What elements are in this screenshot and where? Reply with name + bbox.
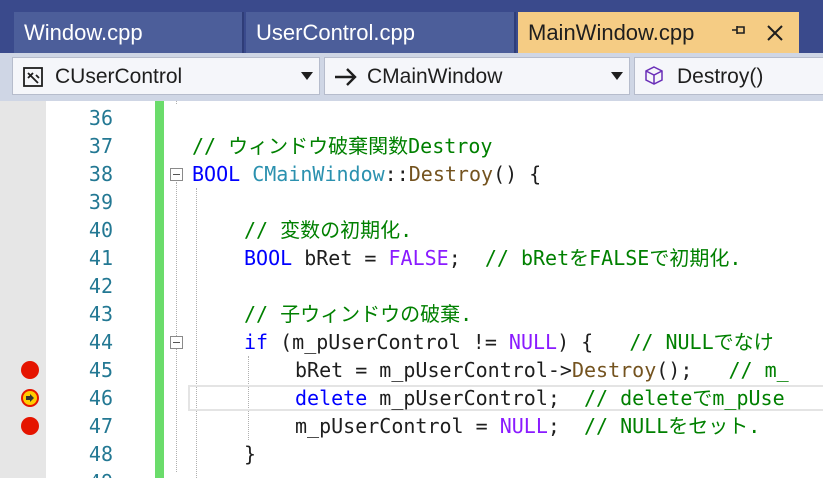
line-number: 42	[88, 274, 113, 298]
line-number: 46	[88, 386, 113, 410]
tab-label: UserControl.cpp	[256, 20, 415, 45]
code-line-37[interactable]: // ウィンドウ破棄関数Destroy	[192, 132, 492, 160]
scope-combo[interactable]: CMainWindow	[324, 57, 630, 95]
line-number: 49	[55, 468, 113, 478]
code-line-44[interactable]: if (m_pUserControl != NULL) { // NULLでなけ	[244, 328, 774, 356]
code-line-41[interactable]: BOOL bRet = FALSE; // bRetをFALSEで初期化.	[244, 244, 741, 272]
breakpoint-icon[interactable]	[21, 361, 39, 379]
line-number: 45	[88, 358, 113, 382]
close-icon[interactable]	[764, 16, 786, 51]
breakpoint-icon[interactable]	[21, 417, 39, 435]
indent-guide	[196, 188, 197, 478]
code-line-46[interactable]: delete m_pUserControl; // deleteでm_pUse	[295, 384, 785, 412]
member-combo-value: Destroy()	[677, 65, 764, 88]
outline-guide	[176, 101, 177, 104]
outline-guide	[176, 182, 177, 472]
line-number: 41	[88, 246, 113, 270]
current-statement-breakpoint-icon[interactable]	[21, 389, 39, 407]
line-number: 37	[88, 134, 113, 158]
tab-window-cpp[interactable]: Window.cpp	[14, 12, 244, 53]
line-number: 38	[88, 162, 113, 186]
line-number: 36	[88, 106, 113, 130]
code-line-48[interactable]: }	[244, 440, 256, 468]
tab-mainwindow-cpp[interactable]: MainWindow.cpp	[518, 12, 799, 53]
line-number: 40	[88, 218, 113, 242]
method-cube-icon	[643, 65, 667, 89]
line-number: 43	[88, 302, 113, 326]
pin-icon[interactable]	[730, 21, 748, 44]
document-tab-strip: Window.cpp UserControl.cpp MainWindow.cp…	[0, 0, 823, 53]
tab-label: Window.cpp	[24, 20, 143, 45]
line-number: 47	[88, 414, 113, 438]
arrow-right-icon	[333, 65, 357, 89]
class-icon	[21, 65, 45, 89]
chevron-down-icon	[611, 72, 623, 80]
line-number: 39	[88, 190, 113, 214]
scope-combo-value: CMainWindow	[367, 65, 503, 88]
code-line-43[interactable]: // 子ウィンドウの破棄.	[244, 300, 472, 328]
navigation-bar: CUserControl CMainWindow Destroy()	[0, 53, 823, 101]
project-combo-value: CUserControl	[55, 65, 183, 88]
chevron-down-icon	[301, 72, 313, 80]
tab-usercontrol-cpp[interactable]: UserControl.cpp	[246, 12, 516, 53]
code-line-38[interactable]: BOOL CMainWindow::Destroy() {	[192, 160, 541, 188]
tab-label: MainWindow.cpp	[528, 20, 695, 45]
line-number: 48	[88, 442, 113, 466]
code-line-45[interactable]: bRet = m_pUserControl->Destroy(); // m_	[295, 356, 789, 384]
collapse-icon[interactable]	[170, 336, 183, 349]
project-combo[interactable]: CUserControl	[12, 57, 320, 95]
collapse-icon[interactable]	[170, 168, 183, 181]
line-number: 44	[88, 330, 113, 354]
member-combo[interactable]: Destroy()	[634, 57, 823, 95]
code-editor[interactable]: 36 37 38 39 40 41 42 43 44 45 46 47 48 4…	[0, 101, 823, 478]
code-line-40[interactable]: // 変数の初期化.	[244, 216, 412, 244]
change-tracking-bar	[155, 101, 164, 478]
code-line-47[interactable]: m_pUserControl = NULL; // NULLをセット.	[295, 412, 760, 440]
